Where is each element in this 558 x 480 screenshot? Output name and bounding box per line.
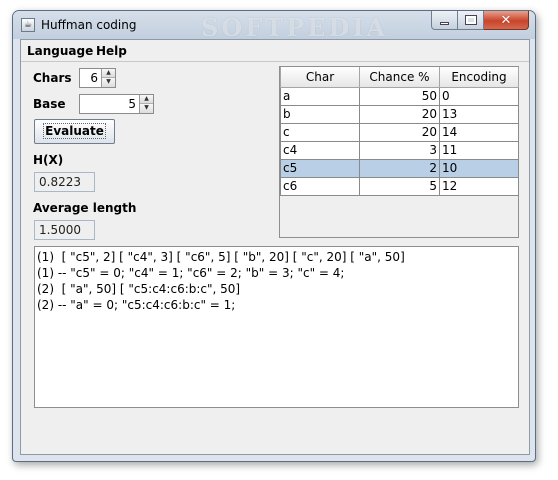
app-window: ☕ Huffman coding SOFTPEDIA ✕ Language He…	[12, 10, 536, 462]
cell-chance[interactable]: 3	[359, 140, 440, 160]
chars-increment-button[interactable]: ▲	[102, 69, 115, 78]
java-cup-icon: ☕	[21, 18, 35, 32]
table-row[interactable]: c4 3 11	[280, 140, 519, 160]
table-row[interactable]: b 20 13	[280, 104, 519, 124]
chars-value[interactable]: 6	[90, 71, 98, 85]
column-header-chance[interactable]: Chance %	[359, 67, 440, 88]
cell-encoding[interactable]: 10	[439, 158, 519, 178]
table-row[interactable]: c 20 14	[280, 122, 519, 142]
cell-char[interactable]: c	[280, 122, 360, 142]
window-title: Huffman coding	[41, 18, 137, 32]
column-header-char[interactable]: Char	[280, 67, 360, 88]
cell-encoding[interactable]: 11	[439, 140, 519, 160]
log-line: (1) -- "c5" = 0; "c4" = 1; "c6" = 2; "b"…	[37, 266, 345, 280]
title-bar[interactable]: ☕ Huffman coding SOFTPEDIA ✕	[13, 11, 535, 42]
window-controls: ✕	[431, 11, 529, 31]
encoding-table-panel[interactable]: Char Chance % Encoding a 50 0 b 20 13 c …	[279, 66, 519, 238]
menu-help[interactable]: Help	[96, 44, 127, 58]
maximize-icon	[464, 15, 477, 25]
base-spin-buttons: ▲ ▼	[139, 95, 153, 113]
log-line: (1) [ "c5", 2] [ "c4", 3] [ "c6", 5] [ "…	[37, 250, 405, 264]
base-spinner[interactable]: 5 ▲ ▼	[79, 94, 154, 114]
client-area: Language Help Chars 6 ▲ ▼ Base 5 ▲ ▼ Eva…	[20, 39, 530, 455]
base-decrement-button[interactable]: ▼	[140, 104, 153, 113]
table-header-row: Char Chance % Encoding	[280, 67, 519, 88]
base-value[interactable]: 5	[128, 97, 136, 111]
encoding-table[interactable]: Char Chance % Encoding a 50 0 b 20 13 c …	[280, 67, 519, 196]
cell-char[interactable]: c5	[280, 158, 360, 178]
menu-language[interactable]: Language	[27, 44, 93, 58]
base-label: Base	[33, 97, 66, 111]
minimize-button[interactable]	[431, 11, 458, 30]
cell-char[interactable]: c6	[280, 176, 360, 196]
menu-bar: Language Help	[21, 40, 529, 62]
column-header-encoding[interactable]: Encoding	[439, 67, 519, 88]
cell-encoding[interactable]: 13	[439, 104, 519, 124]
cell-encoding[interactable]: 14	[439, 122, 519, 142]
log-line: (2) -- "a" = 0; "c5:c4:c6:b:c" = 1;	[37, 298, 236, 312]
close-icon: ✕	[500, 12, 512, 28]
chars-decrement-button[interactable]: ▼	[102, 78, 115, 87]
cell-chance[interactable]: 2	[359, 158, 440, 178]
log-line: (2) [ "a", 50] [ "c5:c4:c6:b:c", 50]	[37, 282, 241, 296]
average-length-label: Average length	[33, 201, 137, 215]
cell-chance[interactable]: 5	[359, 176, 440, 196]
evaluate-label: Evaluate	[43, 123, 106, 139]
close-button[interactable]: ✕	[484, 11, 529, 30]
hx-value: 0.8223	[34, 172, 95, 192]
watermark-text: SOFTPEDIA	[201, 13, 389, 42]
minimize-icon	[440, 21, 449, 25]
maximize-button[interactable]	[458, 11, 484, 30]
hx-label: H(X)	[33, 153, 64, 167]
cell-encoding[interactable]: 0	[439, 86, 519, 106]
base-increment-button[interactable]: ▲	[140, 95, 153, 104]
table-row-selected[interactable]: c5 2 10	[280, 158, 519, 178]
average-length-value: 1.5000	[34, 220, 95, 240]
table-row[interactable]: c6 5 12	[280, 176, 519, 196]
cell-char[interactable]: c4	[280, 140, 360, 160]
cell-encoding[interactable]: 12	[439, 176, 519, 196]
output-log[interactable]: (1) [ "c5", 2] [ "c4", 3] [ "c6", 5] [ "…	[34, 246, 519, 408]
chars-spinner[interactable]: 6 ▲ ▼	[79, 68, 116, 88]
cell-chance[interactable]: 20	[359, 104, 440, 124]
chars-label: Chars	[33, 71, 72, 85]
table-row[interactable]: a 50 0	[280, 86, 519, 106]
cell-char[interactable]: a	[280, 86, 360, 106]
evaluate-button[interactable]: Evaluate	[34, 119, 115, 144]
cell-chance[interactable]: 20	[359, 122, 440, 142]
cell-chance[interactable]: 50	[359, 86, 440, 106]
cell-char[interactable]: b	[280, 104, 360, 124]
chars-spin-buttons: ▲ ▼	[101, 69, 115, 87]
